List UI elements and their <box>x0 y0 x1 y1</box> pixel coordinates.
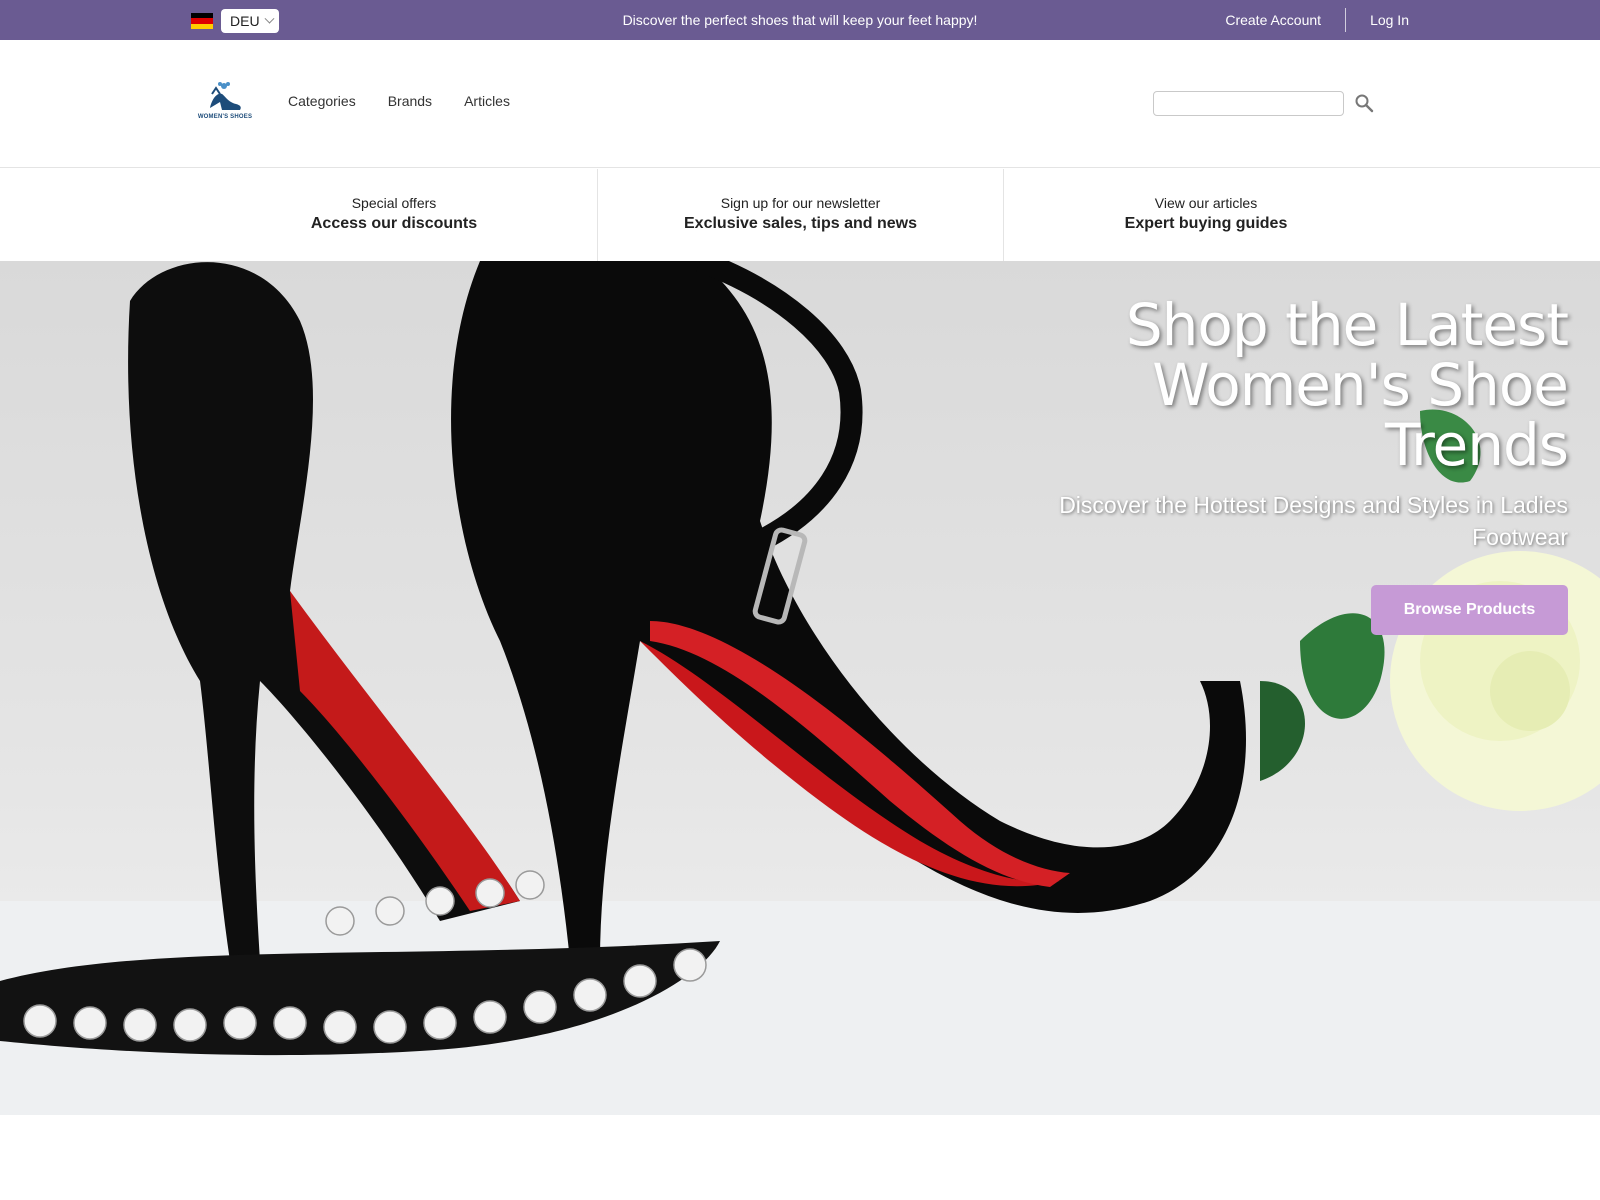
promo-big-text: Exclusive sales, tips and news <box>684 215 917 232</box>
promo-articles[interactable]: View our articles Expert buying guides <box>1004 169 1408 261</box>
nav-categories[interactable]: Categories <box>288 93 356 109</box>
promo-big-text: Access our discounts <box>310 215 478 232</box>
hero-subtitle: Discover the Hottest Designs and Styles … <box>1059 492 1568 550</box>
promo-small-text: Sign up for our newsletter <box>720 195 881 211</box>
site-header: WOMEN'S SHOES Categories Brands Articles <box>0 40 1600 168</box>
site-logo[interactable]: WOMEN'S SHOES <box>192 80 258 132</box>
search-icon[interactable] <box>1354 93 1374 113</box>
promo-small-text: Special offers <box>351 195 437 211</box>
nav-articles[interactable]: Articles <box>464 93 510 109</box>
account-links: Create Account Log In <box>1225 0 1409 40</box>
nav-brands[interactable]: Brands <box>388 93 432 109</box>
promo-discounts[interactable]: Special offers Access our discounts <box>192 169 596 261</box>
hero-title: Shop the Latest Women's Shoe Trends <box>1125 291 1569 479</box>
login-link[interactable]: Log In <box>1370 12 1409 28</box>
promo-strip: Special offers Access our discounts Sign… <box>0 169 1600 261</box>
create-account-link[interactable]: Create Account <box>1225 12 1321 28</box>
promo-small-text: View our articles <box>1154 195 1258 211</box>
browse-products-button[interactable]: Browse Products <box>1371 585 1568 635</box>
search-input[interactable] <box>1153 91 1344 116</box>
promo-big-text: Expert buying guides <box>1124 215 1288 232</box>
shoe-logo-icon <box>210 82 241 110</box>
promo-newsletter[interactable]: Sign up for our newsletter Exclusive sal… <box>598 169 1003 261</box>
top-announcement-bar: DEU Discover the perfect shoes that will… <box>0 0 1600 40</box>
main-nav: Categories Brands Articles <box>288 93 542 109</box>
logo-wordmark: WOMEN'S SHOES <box>197 114 253 120</box>
hero-banner: Shop the Latest Women's Shoe Trends Disc… <box>0 261 1600 1115</box>
link-divider <box>1345 8 1347 32</box>
